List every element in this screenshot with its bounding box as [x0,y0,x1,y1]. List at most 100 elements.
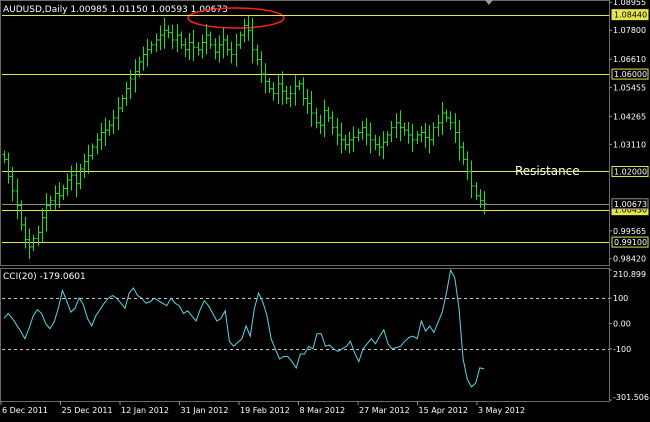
price-bar [145,38,150,67]
price-bar [406,122,411,144]
price-panel-frame [0,0,610,266]
price-bar [204,24,209,55]
price-bar [124,82,129,106]
cci-series-line [3,268,485,388]
price-bar [305,88,310,114]
price-bar [427,124,432,154]
price-bar [431,122,436,146]
price-bar [410,123,415,152]
price-bar [301,77,306,106]
price-bar [364,118,369,146]
time-axis-label: 27 Mar 2012 [359,406,410,415]
price-bar [191,30,196,61]
price-bar [86,144,91,174]
time-axis-label: 12 Jan 2012 [121,406,169,415]
price-bar [103,117,108,147]
price-bar [107,120,112,136]
price-bar [187,32,192,61]
price-bar [297,80,302,91]
price-axis-label: 1.04265 [613,112,646,121]
price-bar [255,44,260,66]
price-bar [385,131,390,147]
time-axis-label: 8 Mar 2012 [300,406,346,415]
price-bar [436,114,441,137]
top-highlight-ellipse [187,7,285,29]
price-bar [398,110,403,142]
cci-axis-label: 210.899 [613,270,646,279]
price-bar [373,134,378,151]
price-bar [44,193,49,232]
price-bar [61,184,66,200]
price-bar [339,122,344,154]
price-bar [381,131,386,160]
time-axis-label: 31 Jan 2012 [181,406,229,415]
time-axis-label: 6 Dec 2011 [2,406,48,415]
price-bar [419,125,424,143]
price-bar [23,217,28,249]
price-bar [183,38,188,57]
price-bar [229,41,234,64]
price-bar [175,24,180,53]
price-bar [158,25,163,51]
price-bar [154,33,159,53]
price-level-label: 1.06000 [614,70,647,79]
cci-panel-frame [0,268,610,402]
price-bar [111,109,116,135]
price-bar [394,113,399,139]
price-bar [314,107,319,129]
price-bar [217,35,222,63]
price-axis-label: 1.07800 [613,26,646,35]
time-axis-label: 19 Feb 2012 [240,406,290,415]
price-bar [415,131,420,144]
price-bar [99,123,104,151]
price-bar [280,71,285,105]
price-bar [402,122,407,136]
price-bar [15,178,20,220]
price-bar [343,134,348,151]
chart-shift-marker [485,0,493,5]
price-level-label: 1.02000 [614,167,647,176]
price-bar [335,118,340,146]
price-bar [284,86,289,105]
price-bar [276,74,281,104]
price-bar [53,185,58,210]
price-bar [149,41,154,54]
cci-axis-label: 0.00 [613,320,631,329]
price-bar [440,102,445,135]
price-bar [469,160,474,199]
price-bar [225,34,230,56]
chart-canvas: AUDUSD,Daily 1.00985 1.01150 1.00593 1.0… [0,0,649,415]
time-axis-label: 25 Dec 2011 [62,406,113,415]
price-axis-label: 1.05455 [613,83,646,92]
price-bar [347,131,352,154]
price-bar [162,17,167,49]
price-bar [250,17,255,64]
price-bar [179,31,184,49]
price-bar [27,228,32,260]
time-axis-label: 15 Apr 2012 [419,406,468,415]
price-bar [65,173,70,196]
price-bar [221,27,226,59]
price-bar [95,133,100,155]
price-bar [48,195,53,212]
price-bar [423,123,428,148]
price-bar [213,38,218,60]
price-bar [478,189,483,208]
price-axis-label: 1.06610 [613,55,646,64]
price-bar [238,31,243,49]
price-bar [170,24,175,49]
price-bar [141,46,146,71]
price-axis-label: 1.03110 [613,140,646,149]
time-axis-label: 3 May 2012 [478,406,525,415]
price-bar [242,18,247,43]
price-bar [444,109,449,122]
price-bar [74,162,79,198]
price-bar [288,85,293,108]
cci-axis-label: -100 [613,345,631,354]
price-bar [200,34,205,59]
price-bar [78,163,83,190]
price-level-label: 0.99100 [614,238,647,247]
price-bar [259,51,264,83]
price-bar [116,97,121,130]
price-bar [166,25,171,39]
